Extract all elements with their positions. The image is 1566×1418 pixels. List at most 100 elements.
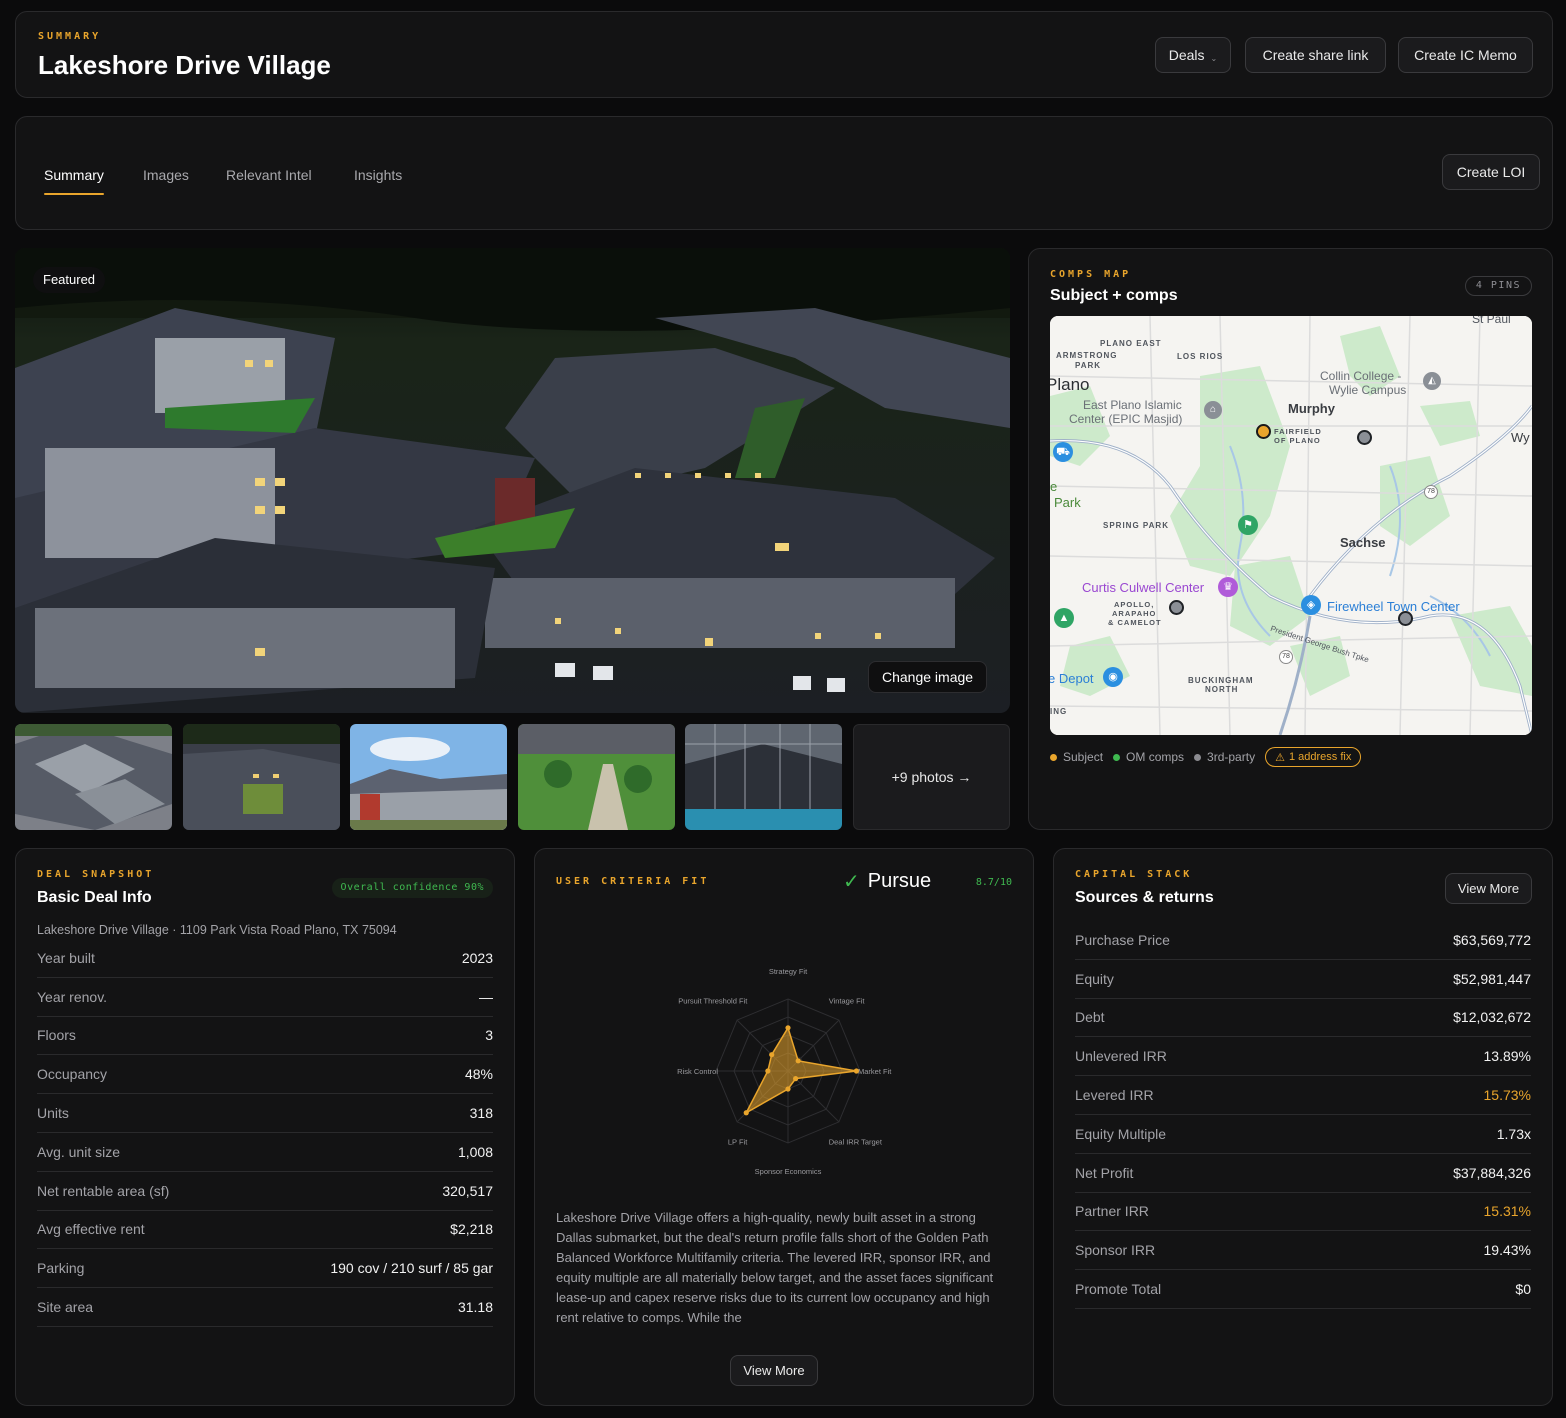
shopping-bag-icon: ◈: [1301, 595, 1321, 615]
table-row: Parking 190 cov / 210 surf / 85 gar: [37, 1249, 493, 1289]
address-fix-badge[interactable]: ⚠ 1 address fix: [1265, 747, 1362, 767]
radar-point: [795, 1058, 801, 1064]
map-label-collin-2: Wylie Campus: [1329, 383, 1407, 397]
legend-subject-label: Subject: [1063, 750, 1104, 764]
address-fix-label: 1 address fix: [1288, 751, 1352, 763]
comp-pin-3[interactable]: [1398, 611, 1413, 626]
map-label-murphy: Murphy: [1288, 401, 1335, 416]
table-row: Unlevered IRR 13.89%: [1075, 1037, 1531, 1077]
thumbnail-4[interactable]: [518, 724, 675, 830]
map-label-apollo-3: & CAMELOT: [1108, 618, 1162, 627]
thumbnail-photo: [518, 724, 675, 830]
table-row: Partner IRR 15.31%: [1075, 1193, 1531, 1232]
criteria-eyebrow: USER CRITERIA FIT: [556, 876, 710, 887]
thumbnail-2[interactable]: [183, 724, 340, 830]
row-label: Net rentable area (sf): [37, 1182, 170, 1199]
route-label: 78: [1282, 653, 1290, 660]
row-label: Promote Total: [1075, 1281, 1162, 1298]
legend-om-comps: OM comps: [1113, 750, 1184, 764]
criteria-panel: USER CRITERIA FIT ✓ Pursue 8.7/10 Strate…: [534, 848, 1034, 1406]
tab-relevant-intel[interactable]: Relevant Intel: [226, 167, 312, 183]
row-value: 31.18: [457, 1299, 493, 1316]
row-value: 15.73%: [1483, 1087, 1531, 1104]
row-label: Unlevered IRR: [1075, 1048, 1167, 1065]
table-row: Avg effective rent $2,218: [37, 1211, 493, 1250]
row-value: 3: [485, 1027, 493, 1044]
row-value: 2023: [461, 949, 493, 966]
table-row: Avg. unit size 1,008: [37, 1133, 493, 1172]
check-icon: ✓: [843, 871, 860, 893]
tab-summary[interactable]: Summary: [44, 167, 104, 195]
thumbnail-photo: [15, 724, 172, 830]
thumbnail-5[interactable]: [685, 724, 842, 830]
thumbnail-photo: [350, 724, 507, 830]
row-value: $52,981,447: [1453, 970, 1531, 987]
deal-title: Basic Deal Info: [37, 889, 152, 906]
map-label-east-plano-1: East Plano Islamic: [1083, 398, 1182, 412]
capital-view-more-button[interactable]: View More: [1445, 873, 1532, 904]
thumbnail-1[interactable]: [15, 724, 172, 830]
map-view[interactable]: St Paul PLANO EAST ARMSTRONG PARK LOS RI…: [1050, 316, 1532, 735]
deals-label: Deals: [1168, 47, 1205, 63]
map-label-st-paul: St Paul: [1472, 316, 1511, 326]
row-label: Sponsor IRR: [1075, 1242, 1156, 1259]
subject-pin[interactable]: [1256, 424, 1271, 439]
deal-snapshot-panel: DEAL SNAPSHOT Basic Deal Info Overall co…: [15, 848, 515, 1406]
row-label: Avg effective rent: [37, 1221, 145, 1238]
map-label-apollo-2: ARAPAHO: [1112, 609, 1157, 618]
table-row: Debt $12,032,672: [1075, 999, 1531, 1038]
map-label-los-rios: LOS RIOS: [1177, 352, 1224, 361]
map-label-spring-park: SPRING PARK: [1103, 521, 1169, 530]
row-label: Equity: [1075, 970, 1114, 987]
map-label-plano-east: PLANO EAST: [1100, 339, 1162, 348]
more-photos-label: +9 photos →: [891, 769, 972, 785]
radar-point: [793, 1076, 799, 1082]
row-label: Site area: [37, 1299, 94, 1316]
comp-pin-1[interactable]: [1357, 430, 1372, 445]
criteria-view-more-button[interactable]: View More: [730, 1355, 818, 1386]
more-photos-button[interactable]: +9 photos →: [853, 724, 1010, 830]
route-label: 78: [1427, 488, 1435, 495]
deal-address: Lakeshore Drive Village · 1109 Park Vist…: [37, 923, 397, 937]
table-row: Year renov. —: [37, 978, 493, 1017]
pins-badge: 4 PINS: [1464, 276, 1532, 296]
map-label-firewheel: Firewheel Town Center: [1327, 599, 1460, 614]
school-icon: ◭: [1423, 372, 1441, 390]
thumbnail-3[interactable]: [350, 724, 507, 830]
create-share-link-button[interactable]: Create share link: [1245, 37, 1386, 73]
table-row: Site area 31.18: [37, 1288, 493, 1327]
row-value: $37,884,326: [1453, 1164, 1531, 1181]
tab-images[interactable]: Images: [143, 167, 189, 183]
featured-image[interactable]: Featured Change image: [15, 248, 1010, 713]
radar-point: [785, 1086, 791, 1092]
map-label-apollo-1: APOLLO,: [1114, 600, 1155, 609]
fit-score: 8.7/10: [975, 877, 1012, 888]
create-ic-memo-button[interactable]: Create IC Memo: [1398, 37, 1533, 73]
table-row: Promote Total $0: [1075, 1270, 1531, 1309]
map-label-wy: Wy: [1511, 430, 1530, 445]
change-image-button[interactable]: Change image: [868, 661, 988, 693]
radar-axis-label: Risk Control: [677, 1067, 718, 1076]
row-label: Debt: [1075, 1009, 1105, 1026]
featured-photo: [15, 248, 1010, 713]
comp-pin-2[interactable]: [1169, 600, 1184, 615]
row-label: Levered IRR: [1075, 1087, 1154, 1104]
row-value: $63,569,772: [1453, 931, 1531, 948]
map-label-buckingham-1: BUCKINGHAM: [1188, 676, 1254, 685]
map-legend: Subject OM comps 3rd-party ⚠ 1 address fi…: [1050, 747, 1362, 767]
store-icon: ◉: [1103, 667, 1123, 687]
row-label: Equity Multiple: [1075, 1125, 1167, 1142]
row-value: 320,517: [442, 1182, 493, 1199]
table-row: Purchase Price $63,569,772: [1075, 921, 1531, 960]
create-loi-button[interactable]: Create LOI: [1442, 154, 1540, 190]
table-row: Equity Multiple 1.73x: [1075, 1115, 1531, 1154]
row-value: 190 cov / 210 surf / 85 gar: [330, 1260, 493, 1277]
legend-om-label: OM comps: [1126, 750, 1185, 764]
deals-dropdown[interactable]: Deals ⌄: [1155, 37, 1231, 73]
tabs-panel: Summary Images Relevant Intel Insights C…: [15, 116, 1553, 230]
table-row: Occupancy 48%: [37, 1055, 493, 1095]
shopping-cart-icon: ⛟: [1053, 442, 1073, 462]
tab-insights[interactable]: Insights: [354, 167, 402, 183]
thumbnail-photo: [183, 724, 340, 830]
radar-axis-label: Strategy Fit: [769, 967, 808, 976]
